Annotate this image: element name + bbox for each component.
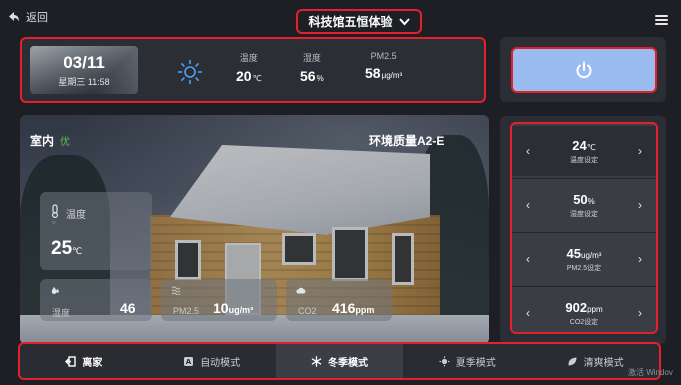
indoor-co2-unit: ppm — [355, 305, 375, 315]
setting-humidity-value: 50 — [573, 191, 588, 207]
indoor-pm25-value: 10 — [213, 300, 229, 316]
snowflake-icon — [311, 355, 322, 367]
increase-co2-button[interactable]: › — [635, 306, 645, 320]
back-button[interactable]: 返回 — [8, 9, 48, 25]
mode-away-label: 离家 — [82, 357, 103, 369]
thermometer-icon — [52, 204, 58, 218]
outdoor-pm25: PM2.5 58μg/m³ — [365, 51, 402, 81]
indoor-humidity-label: 湿度 — [52, 308, 71, 318]
outdoor-pm25-value: 58 — [365, 65, 381, 81]
indoor-temperature-unit: ℃ — [72, 246, 83, 256]
outdoor-temperature: 温度 20℃ — [236, 51, 262, 84]
outdoor-temperature-unit: ℃ — [252, 74, 262, 83]
setting-temperature: ‹ 24℃ 温度设定 › — [512, 126, 656, 176]
indoor-humidity-value: 46 — [120, 300, 136, 316]
setting-co2-value: 902 — [565, 299, 588, 315]
power-icon — [576, 61, 592, 79]
setting-humidity-label: 湿度设定 — [570, 210, 598, 218]
menu-icon[interactable] — [655, 15, 668, 25]
outdoor-humidity-unit: % — [316, 74, 324, 83]
mode-auto-label: 自动模式 — [200, 357, 241, 369]
weekday-time: 星期三 11:58 — [58, 76, 110, 87]
increase-pm25-button[interactable]: › — [635, 252, 645, 266]
indoor-pm25-unit: ug/m³ — [228, 305, 254, 315]
indoor-temperature-label: 温度 — [66, 210, 86, 221]
setting-temperature-label: 温度设定 — [570, 156, 598, 164]
mode-summer[interactable]: 夏季模式 — [403, 344, 531, 378]
date-tile: 03/11 星期三 11:58 — [30, 46, 138, 94]
environment-quality-label: 环境质量A2-E — [369, 134, 445, 148]
outdoor-temperature-value: 20 — [236, 68, 252, 84]
air-status-badge: 优 — [60, 137, 71, 148]
particles-icon — [171, 286, 181, 295]
indoor-temperature-card: 温度 ○ 25℃ — [40, 192, 152, 270]
back-label: 返回 — [26, 12, 48, 24]
indoor-temperature-value: 25 — [51, 238, 73, 259]
outdoor-humidity-value: 56 — [300, 68, 316, 84]
back-arrow-icon — [9, 12, 19, 22]
mode-auto[interactable]: A 自动模式 — [148, 344, 276, 378]
summer-sun-icon — [439, 356, 450, 366]
decrease-pm25-button[interactable]: ‹ — [523, 252, 533, 266]
sun-icon — [177, 59, 203, 85]
setting-humidity: ‹ 50% 湿度设定 › — [512, 180, 656, 230]
increase-humidity-button[interactable]: › — [635, 198, 645, 212]
mode-away[interactable]: 离家 — [20, 344, 148, 378]
outdoor-humidity-label: 湿度 — [302, 53, 321, 63]
exit-door-icon — [65, 355, 77, 367]
mode-bar: 离家 A 自动模式 冬季模式 夏季模式 清爽模式 — [18, 342, 661, 380]
setting-pm25-unit: ug/m³ — [581, 250, 602, 260]
setting-co2: ‹ 902ppm CO2设定 › — [512, 288, 656, 332]
setting-humidity-unit: % — [587, 196, 595, 206]
venue-selector[interactable]: 科技馆五恒体验 — [296, 9, 422, 34]
cloud-icon — [296, 287, 306, 294]
indoor-title: 室内 — [30, 134, 55, 148]
humidity-drop-icon — [51, 286, 59, 294]
mode-summer-label: 夏季模式 — [455, 357, 496, 369]
outdoor-temperature-label: 温度 — [239, 53, 258, 63]
indoor-temperature-sub: ○ — [52, 220, 56, 226]
indoor-heading: 室内优 — [30, 132, 70, 149]
indoor-co2-value: 416 — [332, 300, 356, 316]
mode-winter-label: 冬季模式 — [327, 357, 368, 369]
leaf-icon — [568, 357, 577, 365]
outdoor-weather-panel: 03/11 星期三 11:58 温度 20℃ 湿度 56% PM2.5 58μg… — [20, 37, 486, 103]
indoor-pm25-label: PM2.5 — [173, 306, 200, 316]
outdoor-pm25-label: PM2.5 — [370, 51, 397, 61]
setting-pm25: ‹ 45ug/m³ PM2.5设定 › — [512, 234, 656, 284]
auto-mode-icon: A — [184, 356, 194, 366]
chevron-down-icon — [398, 17, 410, 25]
decrease-humidity-button[interactable]: ‹ — [523, 198, 533, 212]
indoor-humidity-card: 湿度 46 — [40, 279, 152, 321]
activation-watermark: 激活 Windov — [628, 368, 673, 377]
setting-pm25-value: 45 — [566, 245, 581, 261]
date-text: 03/11 — [63, 52, 105, 72]
venue-title: 科技馆五恒体验 — [308, 15, 393, 29]
outdoor-humidity: 湿度 56% — [300, 51, 324, 84]
outdoor-pm25-unit: μg/m³ — [381, 71, 403, 80]
setting-temperature-value: 24 — [572, 137, 587, 153]
setting-pm25-label: PM2.5设定 — [566, 264, 602, 272]
indoor-pm25-card: PM2.5 10ug/m³ — [161, 279, 277, 321]
indoor-co2-card: CO2 416ppm — [286, 279, 392, 321]
mode-winter[interactable]: 冬季模式 — [275, 344, 404, 378]
decrease-temperature-button[interactable]: ‹ — [523, 144, 533, 158]
svg-text:A: A — [186, 358, 192, 366]
decrease-co2-button[interactable]: ‹ — [523, 306, 533, 320]
setting-temperature-unit: ℃ — [586, 142, 596, 152]
setting-co2-label: CO2设定 — [569, 318, 599, 326]
setting-co2-unit: ppm — [587, 304, 603, 314]
settings-list: ‹ 24℃ 温度设定 › ‹ 50% 湿度设定 › ‹ 45ug/m³ PM2.… — [510, 122, 658, 334]
mode-fresh-label: 清爽模式 — [583, 357, 624, 369]
indoor-co2-label: CO2 — [298, 306, 317, 316]
power-button[interactable] — [511, 47, 657, 93]
increase-temperature-button[interactable]: › — [635, 144, 645, 158]
